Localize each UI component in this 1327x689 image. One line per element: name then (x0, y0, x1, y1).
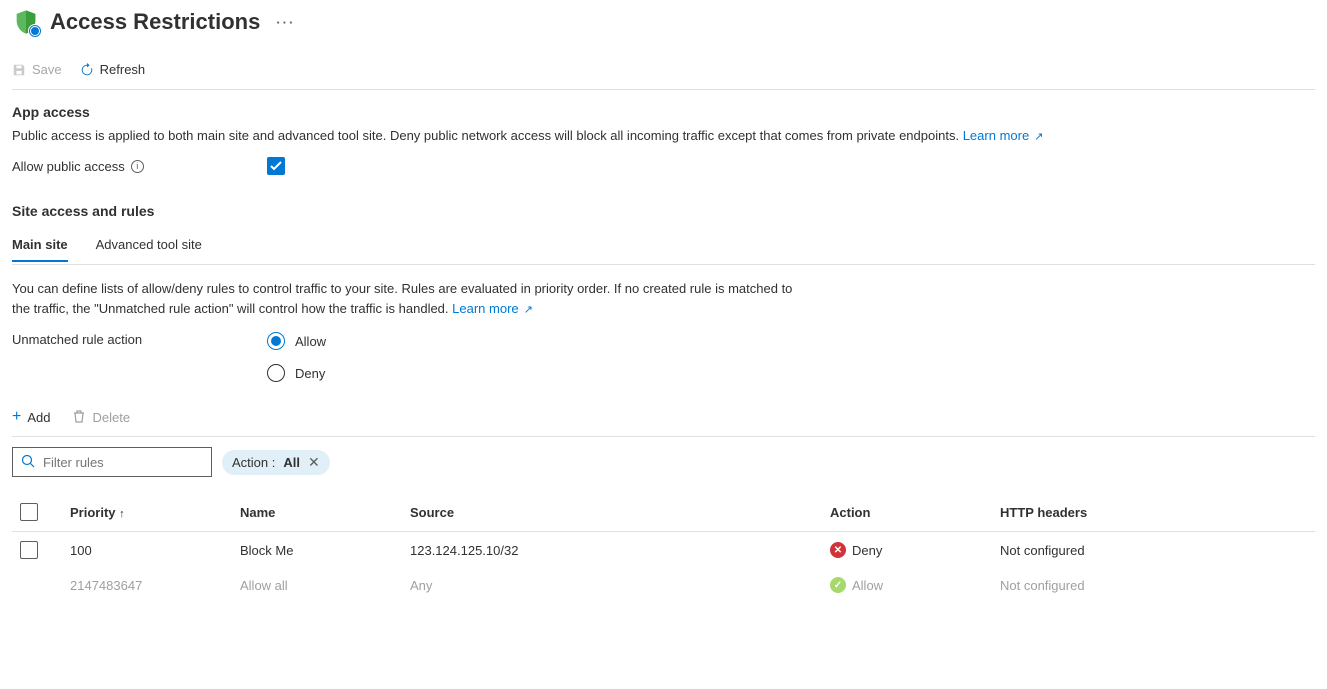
learn-more-link-rules[interactable]: Learn more ↗ (452, 301, 533, 316)
cell-name: Block Me (232, 532, 402, 569)
shield-icon (12, 8, 40, 36)
allow-icon: ✓ (830, 577, 846, 593)
refresh-button[interactable]: Refresh (80, 62, 146, 77)
rules-description: You can define lists of allow/deny rules… (12, 279, 812, 318)
app-access-heading: App access (12, 104, 1315, 120)
learn-more-link[interactable]: Learn more ↗ (963, 128, 1044, 143)
cell-source: Any (402, 568, 822, 602)
rules-command-bar: + Add Delete (12, 382, 1315, 437)
sort-asc-icon: ↑ (119, 508, 125, 520)
page-header: Access Restrictions ··· (12, 8, 1315, 36)
page-title: Access Restrictions (50, 9, 260, 35)
col-http[interactable]: HTTP headers (992, 493, 1315, 532)
app-access-description: Public access is applied to both main si… (12, 128, 1112, 143)
save-label: Save (32, 62, 62, 77)
cell-action: ✓Allow (822, 568, 992, 602)
cell-priority: 2147483647 (62, 568, 232, 602)
col-source[interactable]: Source (402, 493, 822, 532)
globe-badge-icon (28, 24, 42, 38)
command-bar: Save Refresh (12, 54, 1315, 90)
table-row[interactable]: 2147483647Allow allAny✓AllowNot configur… (12, 568, 1315, 602)
cell-http: Not configured (992, 568, 1315, 602)
save-icon (12, 63, 26, 77)
cell-source: 123.124.125.10/32 (402, 532, 822, 569)
allow-public-access-row: Allow public access i (12, 157, 1315, 175)
external-link-icon: ↗ (1031, 131, 1043, 143)
allow-public-access-label: Allow public access i (12, 159, 267, 174)
deny-icon: ✕ (830, 542, 846, 558)
col-name[interactable]: Name (232, 493, 402, 532)
col-priority[interactable]: Priority ↑ (62, 493, 232, 532)
unmatched-rule-label: Unmatched rule action (12, 332, 267, 347)
site-rules-heading: Site access and rules (12, 203, 1315, 219)
refresh-icon (80, 63, 94, 77)
row-checkbox[interactable] (20, 541, 38, 559)
filter-row: Action : All ✕ (12, 437, 1315, 493)
cell-action: ✕Deny (822, 532, 992, 569)
radio-deny[interactable]: Deny (267, 364, 326, 382)
external-link-icon: ↗ (521, 304, 533, 316)
allow-public-access-checkbox[interactable] (267, 157, 285, 175)
rules-table: Priority ↑ Name Source Action HTTP heade… (12, 493, 1315, 602)
tab-advanced-tool-site[interactable]: Advanced tool site (96, 231, 202, 262)
radio-allow[interactable]: Allow (267, 332, 326, 350)
site-tabs: Main site Advanced tool site (12, 231, 1315, 262)
tab-main-site[interactable]: Main site (12, 231, 68, 262)
col-action[interactable]: Action (822, 493, 992, 532)
refresh-label: Refresh (100, 62, 146, 77)
add-rule-button[interactable]: + Add (12, 408, 50, 426)
more-menu-button[interactable]: ··· (270, 15, 301, 30)
cell-priority: 100 (62, 532, 232, 569)
table-row[interactable]: 100Block Me123.124.125.10/32✕DenyNot con… (12, 532, 1315, 569)
unmatched-rule-row: Unmatched rule action Allow Deny (12, 332, 1315, 382)
search-icon (21, 454, 35, 471)
trash-icon (72, 409, 86, 426)
cell-name: Allow all (232, 568, 402, 602)
select-all-checkbox[interactable] (20, 503, 38, 521)
filter-pill-action[interactable]: Action : All ✕ (222, 450, 330, 475)
cell-http: Not configured (992, 532, 1315, 569)
tab-divider (12, 264, 1315, 265)
info-icon[interactable]: i (131, 160, 144, 173)
save-button[interactable]: Save (12, 62, 62, 77)
plus-icon: + (12, 408, 21, 426)
filter-input-wrapper[interactable] (12, 447, 212, 477)
delete-rule-button[interactable]: Delete (72, 408, 130, 426)
close-icon[interactable]: ✕ (308, 454, 320, 471)
unmatched-rule-radio-group: Allow Deny (267, 332, 326, 382)
filter-rules-input[interactable] (43, 455, 219, 470)
